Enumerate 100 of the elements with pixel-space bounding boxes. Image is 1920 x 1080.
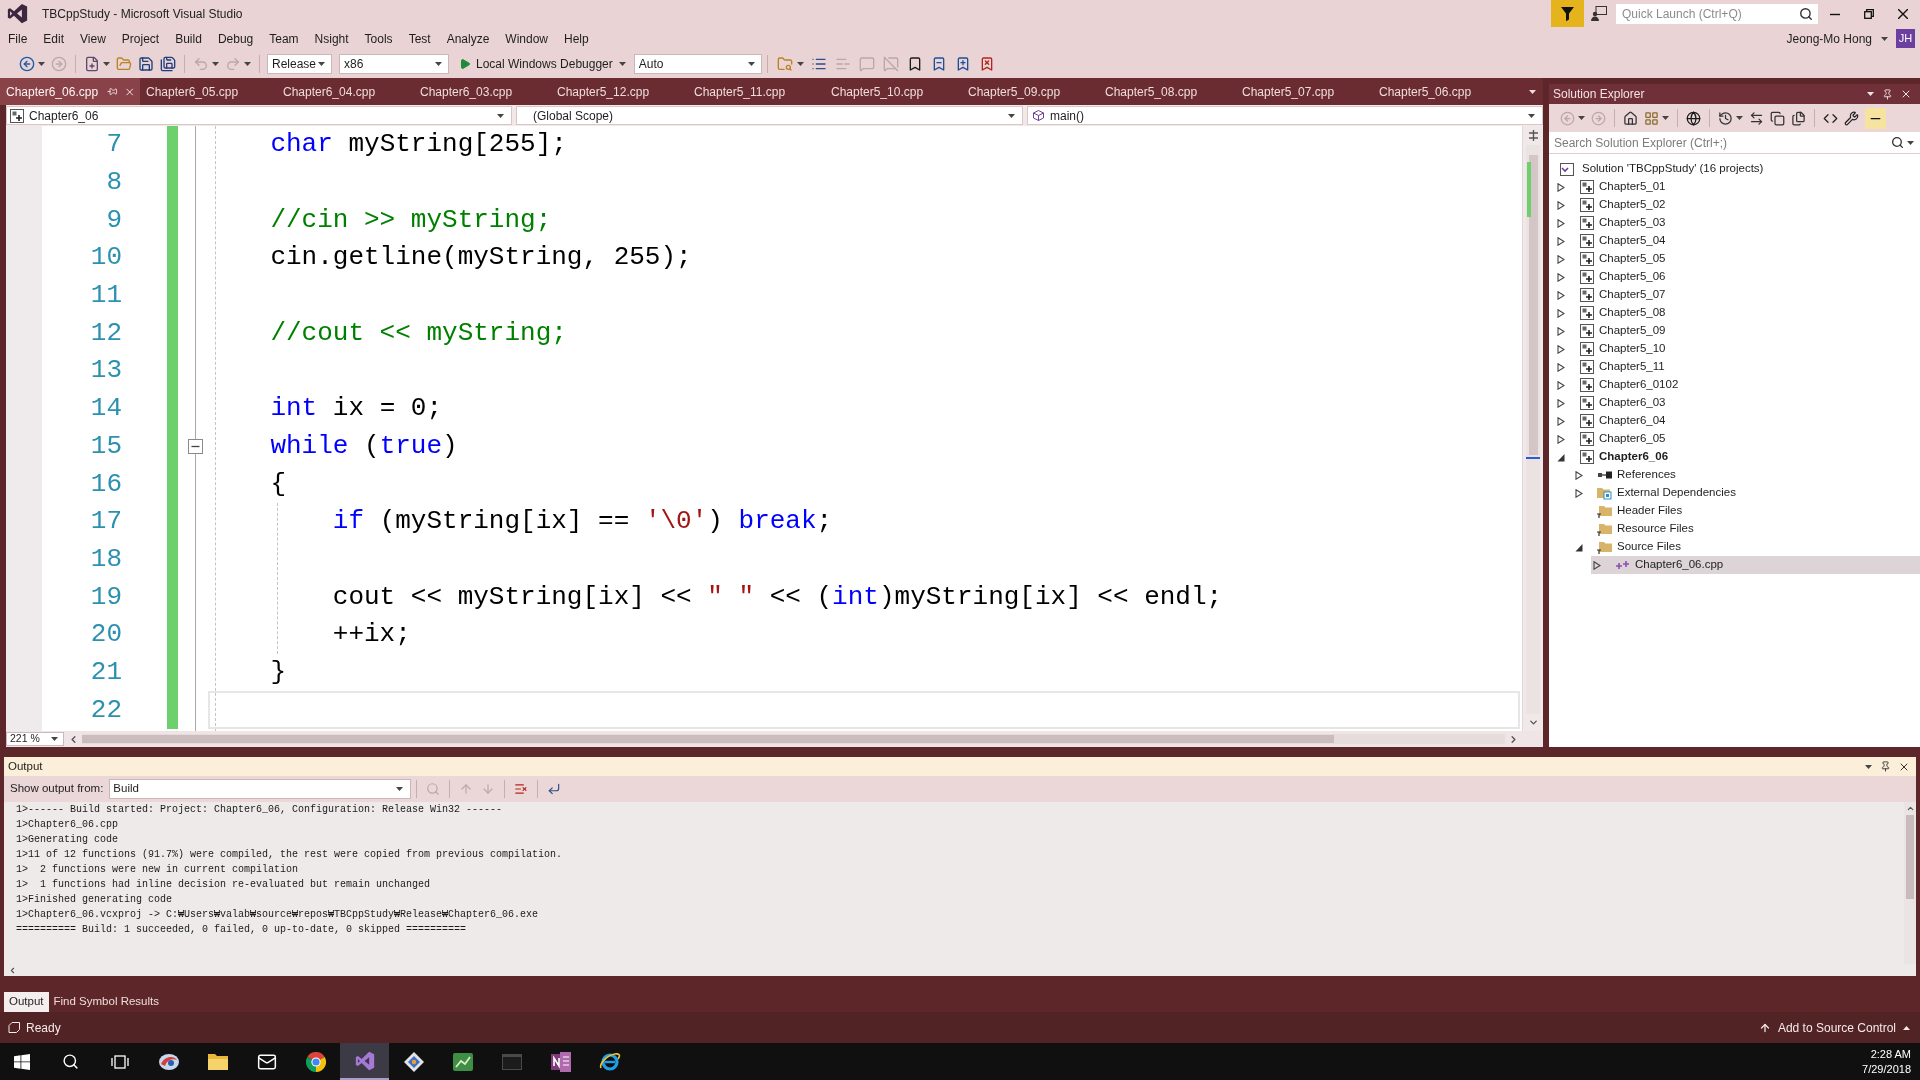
- swirl-icon[interactable]: [157, 1051, 180, 1072]
- menu-item[interactable]: Test: [400, 28, 439, 49]
- caret-down-icon[interactable]: [1907, 140, 1914, 145]
- tree-item[interactable]: Solution 'TBCppStudy' (16 projects): [1582, 160, 1764, 178]
- pin-icon[interactable]: [106, 86, 118, 97]
- caret-down-icon[interactable]: [51, 737, 58, 741]
- search-field[interactable]: Search Solution Explorer (Ctrl+;): [1554, 132, 1891, 153]
- tree-item[interactable]: Source Files: [1617, 538, 1681, 556]
- file-plus-icon[interactable]: [84, 56, 100, 72]
- files-icon[interactable]: [1791, 110, 1806, 126]
- caret-down-icon[interactable]: [38, 62, 45, 66]
- play-icon[interactable]: [459, 58, 471, 70]
- scroll-left-icon[interactable]: [8, 965, 17, 975]
- caret-right-icon[interactable]: [1575, 488, 1583, 498]
- tree-item[interactable]: Chapter5_06: [1599, 268, 1666, 286]
- funnel-icon[interactable]: [1551, 0, 1584, 27]
- close-icon[interactable]: [1900, 88, 1912, 100]
- wrench-icon[interactable]: [1844, 110, 1859, 126]
- tab[interactable]: Output: [4, 992, 49, 1012]
- tree-item[interactable]: Chapter6_06.cpp: [1635, 556, 1724, 574]
- tab[interactable]: Chapter5_08.cpp: [1099, 78, 1236, 105]
- tab[interactable]: Chapter5_06.cpp: [1373, 78, 1510, 105]
- ring-icon[interactable]: [305, 1051, 326, 1072]
- clock-arrow-icon[interactable]: [1718, 110, 1733, 126]
- list-icon[interactable]: [810, 56, 827, 72]
- notebook-icon[interactable]: [550, 1051, 571, 1072]
- globe-icon[interactable]: [1686, 110, 1701, 126]
- chart-tile-icon[interactable]: [452, 1052, 473, 1071]
- restore-icon[interactable]: [1864, 8, 1874, 19]
- minus-box-icon[interactable]: [188, 438, 203, 454]
- menu-item[interactable]: Build: [167, 28, 210, 49]
- caret-down-icon[interactable]: [244, 62, 251, 66]
- tree-item[interactable]: Header Files: [1617, 502, 1683, 520]
- tree-item[interactable]: Chapter5_08: [1599, 304, 1666, 322]
- tab[interactable]: Chapter5_10.cpp: [825, 78, 962, 105]
- caret-down-icon[interactable]: [1528, 113, 1535, 118]
- menu-item[interactable]: Nsight: [306, 28, 357, 49]
- caret-down-icon[interactable]: [1865, 764, 1872, 769]
- tree-item[interactable]: Chapter5_04: [1599, 232, 1666, 250]
- ribbon-logo-icon[interactable]: [354, 1050, 375, 1071]
- caret-right-icon[interactable]: [1557, 236, 1565, 246]
- selected-row[interactable]: Chapter6_06.cpp: [1591, 556, 1920, 574]
- tree-item[interactable]: Chapter6_0102: [1599, 376, 1679, 394]
- floppy-disks-icon[interactable]: [160, 56, 176, 72]
- caret-down-icon[interactable]: [435, 62, 442, 66]
- caret-down-icon[interactable]: [1881, 36, 1888, 41]
- scope-dropdown[interactable]: (Global Scope): [516, 106, 1023, 125]
- two-way-arrow-icon[interactable]: [1749, 110, 1764, 126]
- stacked-pages-icon[interactable]: [1770, 110, 1785, 126]
- four-panes-icon[interactable]: [13, 1053, 30, 1070]
- tab[interactable]: Chapter6_05.cpp: [140, 78, 277, 105]
- menu-item[interactable]: Debug: [209, 28, 262, 49]
- tree-item[interactable]: Chapter6_03: [1599, 394, 1666, 412]
- tree-item[interactable]: Chapter6_05: [1599, 430, 1666, 448]
- caret-down-icon[interactable]: [318, 62, 326, 66]
- tab[interactable]: Chapter6_06.cpp: [0, 78, 140, 105]
- arrow-up-icon[interactable]: [1758, 1021, 1771, 1034]
- caret-right-icon[interactable]: [1575, 470, 1583, 480]
- scroll-right-icon[interactable]: [1508, 733, 1519, 745]
- caret-down-icon[interactable]: [396, 787, 404, 791]
- user-menu[interactable]: Jeong-Mo Hong: [1786, 29, 1890, 48]
- caret-right-icon[interactable]: [1557, 308, 1565, 318]
- caret-down-icon[interactable]: [212, 62, 219, 66]
- menu-item[interactable]: Help: [556, 28, 597, 49]
- caret-down-icon[interactable]: [747, 62, 755, 66]
- debugger-button[interactable]: Local Windows Debugger: [459, 55, 626, 73]
- person-screen-icon[interactable]: [1591, 6, 1607, 21]
- tree-item[interactable]: Chapter5_09: [1599, 322, 1666, 340]
- caret-right-icon[interactable]: [1557, 380, 1565, 390]
- configuration-dropdown[interactable]: Release: [267, 54, 332, 74]
- caret-down-icon[interactable]: [103, 62, 110, 66]
- tab[interactable]: Chapter5_12.cpp: [551, 78, 688, 105]
- tab[interactable]: Find Symbol Results: [48, 992, 164, 1012]
- tree-item[interactable]: References: [1617, 466, 1676, 484]
- debug-target-dropdown[interactable]: Auto: [633, 54, 762, 74]
- search-icon[interactable]: [1891, 136, 1904, 149]
- caret-up-icon[interactable]: [1903, 1025, 1910, 1030]
- member-dropdown[interactable]: main(): [1027, 106, 1543, 125]
- taskbar-button[interactable]: [340, 1043, 389, 1080]
- folder-icon[interactable]: [207, 1053, 228, 1070]
- caret-right-icon[interactable]: [1557, 326, 1565, 336]
- output-source-dropdown[interactable]: Build: [109, 779, 412, 799]
- caret-down-icon[interactable]: [1867, 92, 1874, 96]
- caret-right-icon[interactable]: [1557, 362, 1565, 372]
- stacked-windows-icon[interactable]: [110, 1053, 129, 1070]
- caret-down-icon[interactable]: [1662, 116, 1669, 120]
- search-icon[interactable]: [1799, 6, 1813, 21]
- tree-item[interactable]: Chapter5_11: [1599, 358, 1665, 376]
- caret-right-icon[interactable]: [1557, 290, 1565, 300]
- list-x-icon[interactable]: [514, 782, 529, 796]
- tab[interactable]: Chapter5_09.cpp: [962, 78, 1099, 105]
- caret-right-icon[interactable]: [1557, 254, 1565, 264]
- tree-item[interactable]: Chapter5_01: [1599, 178, 1666, 196]
- tab[interactable]: Chapter5_11.cpp: [688, 78, 825, 105]
- zoom-dropdown[interactable]: 221 %: [6, 732, 64, 746]
- tree-item[interactable]: Chapter5_10: [1599, 340, 1666, 358]
- tree-item[interactable]: Chapter6_04: [1599, 412, 1666, 430]
- project-dropdown[interactable]: Chapter6_06: [6, 106, 512, 125]
- source-control-button[interactable]: Add to Source Control: [1758, 1018, 1910, 1037]
- user-avatar[interactable]: JH: [1896, 29, 1915, 48]
